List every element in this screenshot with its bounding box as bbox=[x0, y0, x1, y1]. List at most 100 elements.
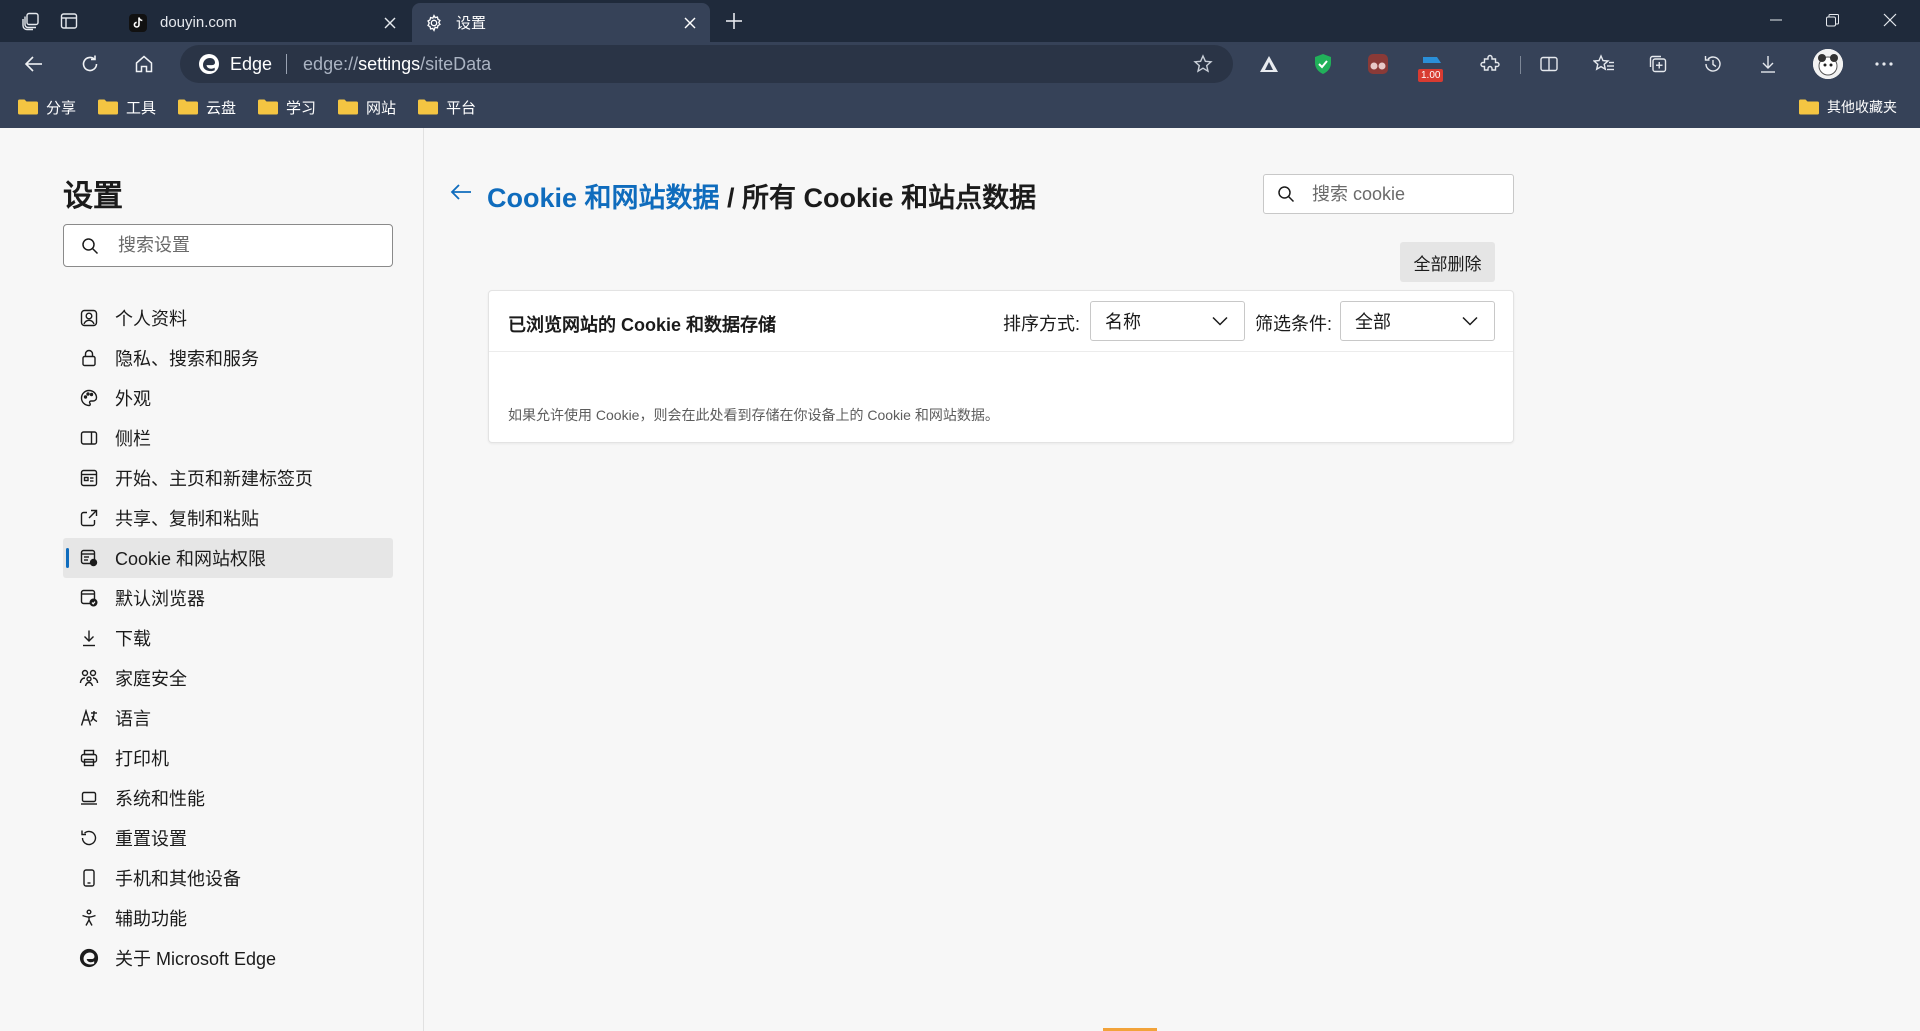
sidebar-item-cookies[interactable]: Cookie 和网站权限 bbox=[63, 538, 393, 578]
sidebar-item-downloads[interactable]: 下载 bbox=[63, 618, 393, 658]
settings-search-input[interactable] bbox=[118, 235, 368, 256]
sidebar-item-system[interactable]: 系统和性能 bbox=[63, 778, 393, 818]
gear-icon bbox=[424, 13, 444, 33]
favorite-folder[interactable]: 分享 bbox=[18, 96, 76, 118]
downloads-icon[interactable] bbox=[1752, 48, 1784, 80]
sort-value: 名称 bbox=[1105, 312, 1141, 332]
back-icon[interactable] bbox=[18, 48, 50, 80]
favorite-label: 分享 bbox=[46, 99, 77, 117]
sidebar-item-privacy[interactable]: 隐私、搜索和服务 bbox=[63, 338, 393, 378]
favorite-folder[interactable]: 平台 bbox=[418, 96, 476, 118]
search-icon bbox=[1276, 184, 1296, 204]
tab-settings[interactable]: 设置 bbox=[412, 3, 710, 42]
sort-dropdown[interactable]: 名称 bbox=[1090, 301, 1245, 341]
address-url[interactable]: edge://settings/siteData bbox=[303, 54, 1191, 75]
sidebar-item-printer[interactable]: 打印机 bbox=[63, 738, 393, 778]
sidebar-item-appearance[interactable]: 外观 bbox=[63, 378, 393, 418]
sidebar-icon bbox=[77, 426, 101, 450]
cookie-search-input[interactable] bbox=[1312, 183, 1502, 205]
sidebar-item-start-home[interactable]: 开始、主页和新建标签页 bbox=[63, 458, 393, 498]
address-separator bbox=[286, 54, 288, 74]
address-brand: Edge bbox=[230, 53, 273, 74]
sidebar-item-phone[interactable]: 手机和其他设备 bbox=[63, 858, 393, 898]
sidebar-item-about[interactable]: 关于 Microsoft Edge bbox=[63, 938, 393, 978]
accessibility-icon bbox=[77, 906, 101, 930]
sidebar-item-label: 外观 bbox=[115, 389, 151, 409]
extensions-puzzle-icon[interactable] bbox=[1474, 48, 1506, 80]
folder-icon bbox=[1799, 99, 1819, 115]
sidebar-item-language[interactable]: 语言 bbox=[63, 698, 393, 738]
family-icon bbox=[77, 666, 101, 690]
tampermonkey-extension-icon[interactable] bbox=[1362, 48, 1394, 80]
favorite-folder[interactable]: 学习 bbox=[258, 96, 316, 118]
favorite-label: 云盘 bbox=[206, 99, 237, 117]
sidebar-item-label: 家庭安全 bbox=[115, 669, 187, 689]
speed-extension-icon[interactable]: 1.00 bbox=[1416, 48, 1448, 82]
extension-badge: 1.00 bbox=[1418, 69, 1444, 82]
sidebar-item-default-browser[interactable]: 默认浏览器 bbox=[63, 578, 393, 618]
sidebar-item-label: 侧栏 bbox=[115, 429, 151, 449]
favorite-folder[interactable]: 工具 bbox=[98, 96, 156, 118]
favorites-icon[interactable] bbox=[1588, 48, 1620, 80]
phone-icon bbox=[77, 866, 101, 890]
breadcrumb-current: 所有 Cookie 和站点数据 bbox=[742, 183, 1037, 213]
settings-search-box[interactable] bbox=[63, 224, 393, 267]
sidebar-item-profile[interactable]: 个人资料 bbox=[63, 298, 393, 338]
breadcrumb: Cookie 和网站数据 / 所有 Cookie 和站点数据 bbox=[487, 176, 1036, 215]
breadcrumb-link[interactable]: Cookie 和网站数据 bbox=[487, 183, 720, 213]
favorite-star-icon[interactable] bbox=[1191, 52, 1215, 76]
download-icon bbox=[77, 626, 101, 650]
other-favorites[interactable]: 其他收藏夹 bbox=[1799, 96, 1897, 118]
shield-extension-icon[interactable] bbox=[1307, 48, 1339, 80]
delete-all-button[interactable]: 全部删除 bbox=[1400, 242, 1495, 282]
search-icon bbox=[80, 236, 100, 256]
cookie-search-box[interactable] bbox=[1263, 174, 1514, 214]
sidebar-item-reset[interactable]: 重置设置 bbox=[63, 818, 393, 858]
tab-douyin[interactable]: douyin.com bbox=[116, 3, 410, 42]
folder-icon bbox=[18, 99, 38, 115]
close-tab-icon[interactable] bbox=[376, 9, 404, 37]
card-title: 已浏览网站的 Cookie 和数据存储 bbox=[508, 315, 777, 335]
sidebar-item-sidebar[interactable]: 侧栏 bbox=[63, 418, 393, 458]
share-icon bbox=[77, 506, 101, 530]
new-tab-icon[interactable] bbox=[721, 8, 747, 34]
page-title: 设置 bbox=[63, 180, 123, 213]
sidebar-item-label: 个人资料 bbox=[115, 309, 187, 329]
home-icon[interactable] bbox=[128, 48, 160, 80]
window-close-icon[interactable] bbox=[1862, 0, 1918, 40]
back-arrow-icon[interactable] bbox=[447, 178, 475, 206]
favorite-folder[interactable]: 网站 bbox=[338, 96, 396, 118]
collections-icon[interactable] bbox=[1642, 48, 1674, 80]
folder-icon bbox=[418, 99, 438, 115]
favorite-folder[interactable]: 云盘 bbox=[178, 96, 236, 118]
folder-icon bbox=[258, 99, 278, 115]
favorite-label: 工具 bbox=[126, 99, 157, 117]
refresh-icon[interactable] bbox=[74, 48, 106, 80]
address-bar[interactable]: Edge edge://settings/siteData bbox=[180, 45, 1233, 83]
settings-sidebar: 设置 个人资料 隐私、搜索和服务 外观 侧栏 开始、主页和新建标签页 共享、复制… bbox=[0, 128, 424, 1031]
folder-icon bbox=[178, 99, 198, 115]
sidebar-item-accessibility[interactable]: 辅助功能 bbox=[63, 898, 393, 938]
split-screen-icon[interactable] bbox=[1533, 48, 1565, 80]
avatar[interactable] bbox=[1813, 49, 1843, 79]
favorite-label: 网站 bbox=[366, 99, 397, 117]
palette-icon bbox=[77, 386, 101, 410]
workspaces-icon[interactable] bbox=[18, 8, 44, 34]
tiktok-icon bbox=[128, 13, 148, 33]
sidebar-item-label: 共享、复制和粘贴 bbox=[115, 509, 259, 529]
sidebar-item-label: 下载 bbox=[115, 629, 151, 649]
history-icon[interactable] bbox=[1697, 48, 1729, 80]
title-bar: douyin.com 设置 bbox=[0, 0, 1920, 42]
sidebar-item-label: 打印机 bbox=[115, 749, 169, 769]
filter-dropdown[interactable]: 全部 bbox=[1340, 301, 1495, 341]
triangle-extension-icon[interactable] bbox=[1253, 48, 1285, 80]
vertical-tabs-icon[interactable] bbox=[56, 8, 82, 34]
minimize-icon[interactable] bbox=[1748, 0, 1804, 40]
sidebar-item-family[interactable]: 家庭安全 bbox=[63, 658, 393, 698]
folder-icon bbox=[338, 99, 358, 115]
more-options-icon[interactable] bbox=[1868, 48, 1900, 80]
breadcrumb-separator: / bbox=[719, 183, 743, 213]
close-tab-icon[interactable] bbox=[676, 9, 704, 37]
sidebar-item-share[interactable]: 共享、复制和粘贴 bbox=[63, 498, 393, 538]
restore-icon[interactable] bbox=[1804, 0, 1860, 40]
